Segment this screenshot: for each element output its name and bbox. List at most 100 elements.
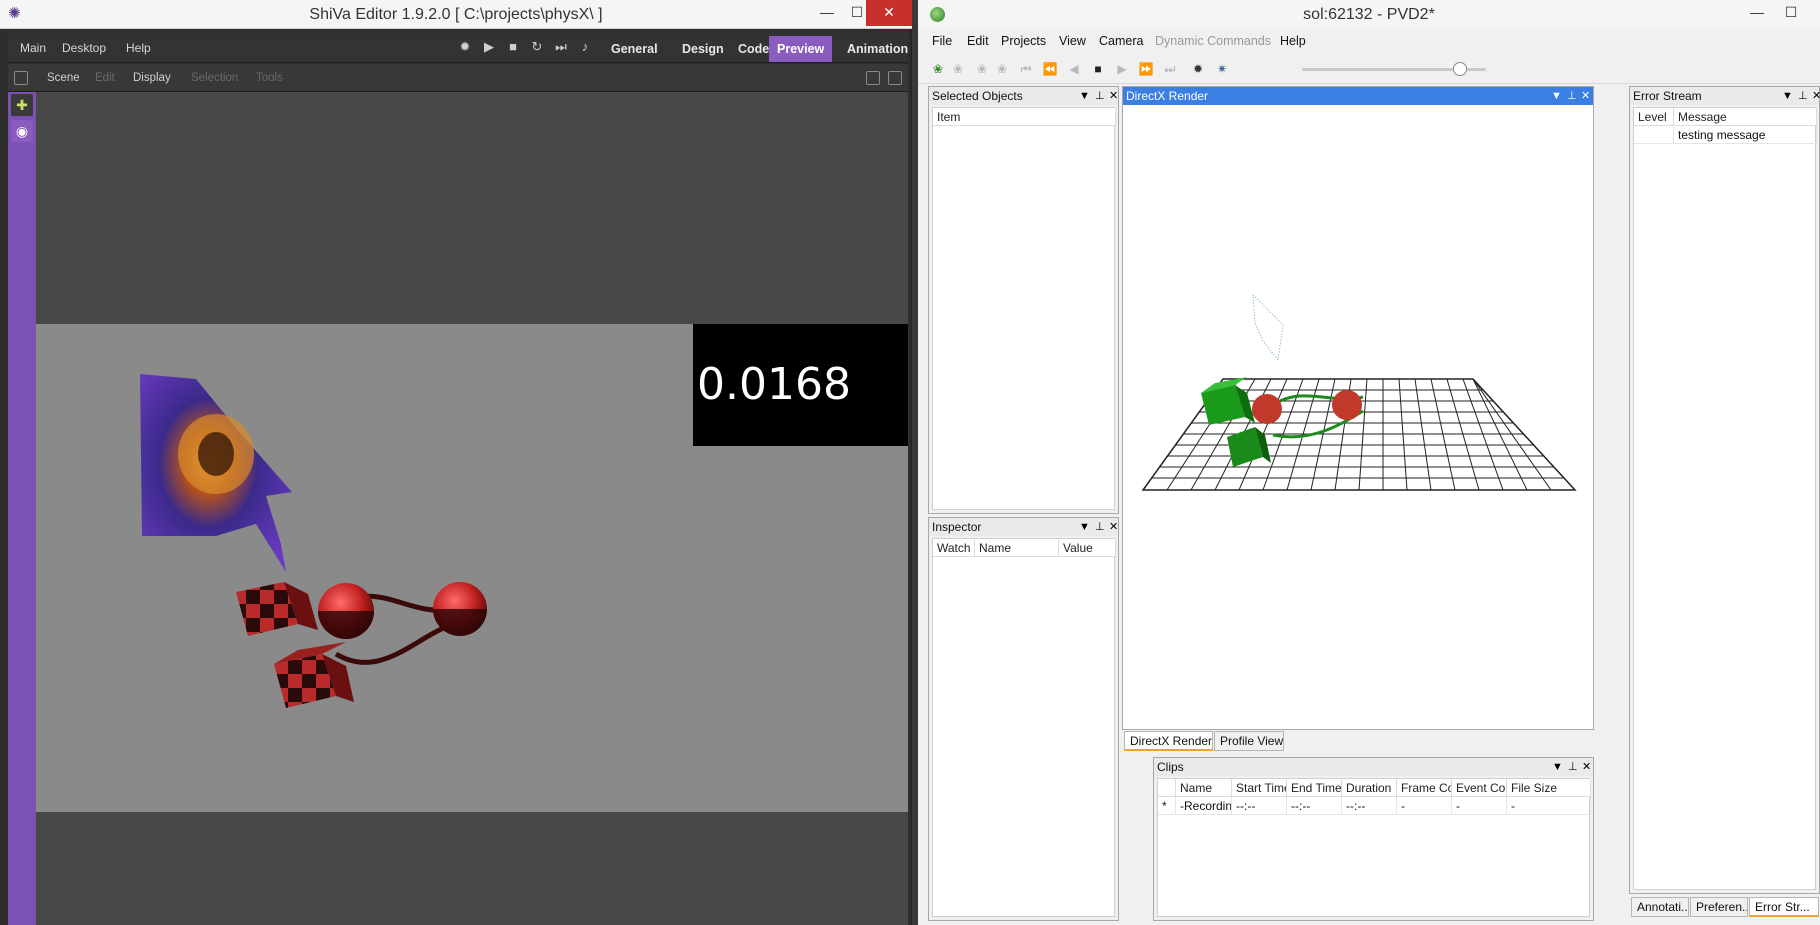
menu-edit[interactable]: Edit (967, 34, 989, 48)
col-level[interactable]: Level (1634, 108, 1674, 126)
submenu-scene[interactable]: Scene (47, 72, 80, 84)
minimize-icon[interactable]: — (812, 0, 842, 26)
stop-icon[interactable]: ■ (506, 40, 520, 54)
clip-marker: * (1158, 797, 1176, 815)
bug-icon[interactable]: ✹ (1190, 61, 1206, 77)
expand-icon[interactable] (866, 71, 880, 85)
col-message[interactable]: Message (1674, 108, 1817, 126)
restore-icon[interactable] (888, 71, 902, 85)
error-stream-panel: Error Stream ▼ ⊥ ✕ Level Message testing… (1629, 86, 1820, 894)
menu-help[interactable]: Help (126, 41, 151, 55)
menu-camera[interactable]: Camera (1099, 34, 1143, 48)
clips-panel: Clips ▼ ⊥ ✕ Name Start Time End Time Dur… (1153, 757, 1594, 921)
col-start-time[interactable]: Start Time (1232, 779, 1287, 797)
col-name[interactable]: Name (1176, 779, 1232, 797)
panel-close-icon[interactable]: ✕ (1582, 758, 1591, 776)
panel-menu-icon[interactable]: ▼ (1552, 758, 1563, 776)
add-icon[interactable]: ✚ (11, 94, 33, 116)
panel-menu-icon[interactable]: ▼ (1782, 87, 1793, 105)
pvd-menubar: File Edit Projects View Camera Dynamic C… (918, 30, 1820, 52)
tab-profile-view[interactable]: Profile View (1214, 731, 1284, 751)
shiva-window-title: ShiVa Editor 1.9.2.0 [ C:\projects\physX… (309, 6, 603, 23)
frame-icon[interactable] (14, 71, 28, 85)
menu-view[interactable]: View (1059, 34, 1086, 48)
refresh-icon[interactable]: ↻ (530, 40, 544, 54)
bug-settings-icon[interactable]: ✷ (1214, 61, 1230, 77)
panel-close-icon[interactable]: ✕ (1581, 87, 1590, 105)
panel-close-icon[interactable]: ✕ (1109, 87, 1118, 105)
panel-close-icon[interactable]: ✕ (1812, 87, 1820, 105)
menu-help[interactable]: Help (1280, 34, 1306, 48)
col-file-size[interactable]: File Size (1507, 779, 1591, 797)
submenu-selection: Selection (191, 72, 239, 84)
pvd-maximize-icon[interactable]: ☐ (1776, 0, 1806, 26)
panel-close-icon[interactable]: ✕ (1109, 518, 1118, 536)
tab-animation[interactable]: Animation (839, 36, 916, 62)
render-tabstrip: DirectX Render Profile View (1122, 731, 1594, 751)
panel-menu-icon[interactable]: ▼ (1079, 518, 1090, 536)
error-stream-table[interactable]: Level Message testing message (1633, 107, 1817, 890)
eye-icon[interactable]: ◉ (11, 120, 33, 142)
error-level (1634, 126, 1674, 144)
submenu-display[interactable]: Display (133, 72, 171, 84)
render-viewport[interactable] (1123, 105, 1593, 729)
play-icon[interactable]: ▶ (482, 40, 496, 54)
submenu-edit: Edit (95, 72, 115, 84)
pin-icon[interactable]: ⊥ (1095, 518, 1105, 536)
pvd-window-title: sol:62132 - PVD2* (1303, 6, 1435, 23)
error-stream-tabstrip: Annotati... Preferen... Error Str... (1629, 897, 1820, 919)
pin-icon[interactable]: ⊥ (1568, 758, 1578, 776)
menu-desktop[interactable]: Desktop (62, 41, 106, 55)
clips-table[interactable]: Name Start Time End Time Duration Frame … (1157, 778, 1591, 917)
tab-error-stream[interactable]: Error Str... (1749, 897, 1819, 917)
col-frame-count[interactable]: Frame Cou (1397, 779, 1452, 797)
prev-frame-icon: ⏪ (1042, 62, 1058, 76)
clip-name[interactable]: -Recording (1176, 797, 1232, 815)
tab-preferences[interactable]: Preferen... (1690, 897, 1748, 917)
cube-lower (274, 642, 354, 708)
col-watch[interactable]: Watch (933, 539, 975, 557)
clip-frame-count: - (1397, 797, 1452, 815)
timeline-slider[interactable] (1302, 62, 1486, 76)
pvd-titlebar: sol:62132 - PVD2* — ☐ (918, 0, 1820, 29)
inspector-table[interactable]: Watch Name Value (932, 538, 1116, 917)
col-end-time[interactable]: End Time (1287, 779, 1342, 797)
red-sphere-left (1252, 394, 1282, 424)
close-icon[interactable]: ✕ (866, 0, 912, 26)
pin-icon[interactable]: ⊥ (1095, 87, 1105, 105)
col-name[interactable]: Name (975, 539, 1059, 557)
pin-icon[interactable]: ⊥ (1798, 87, 1808, 105)
col-item[interactable]: Item (933, 108, 1116, 126)
panel-menu-icon[interactable]: ▼ (1551, 87, 1562, 105)
tab-design[interactable]: Design (674, 36, 732, 62)
col-duration[interactable]: Duration (1342, 779, 1397, 797)
error-message[interactable]: testing message (1674, 126, 1817, 144)
connect-icon[interactable]: ❀ (930, 61, 946, 77)
pvd-minimize-icon[interactable]: — (1742, 0, 1772, 26)
clip-file-size: - (1507, 797, 1591, 815)
record-off-icon: ❀ (996, 62, 1008, 76)
col-event-count[interactable]: Event Cou (1452, 779, 1507, 797)
flag-emblem-center (198, 432, 234, 476)
inspector-panel: Inspector ▼ ⊥ ✕ Watch Name Value (928, 517, 1119, 921)
pin-icon[interactable]: ⊥ (1567, 87, 1577, 105)
panel-menu-icon[interactable]: ▼ (1079, 87, 1090, 105)
menu-projects[interactable]: Projects (1001, 34, 1046, 48)
tab-annotations[interactable]: Annotati... (1631, 897, 1689, 917)
tab-directx-render[interactable]: DirectX Render (1124, 731, 1213, 751)
tab-general[interactable]: General (603, 36, 666, 62)
shiva-menubar: Main Desktop Help ✹ ▶ ■ ↻ ⏭ ♪ General De… (8, 33, 908, 63)
music-icon[interactable]: ♪ (578, 40, 592, 54)
selected-objects-list[interactable]: Item (932, 107, 1116, 510)
stop-icon[interactable]: ■ (1090, 61, 1106, 77)
bug-icon[interactable]: ✹ (458, 40, 472, 54)
step-icon[interactable]: ⏭ (554, 40, 568, 54)
clip-end-time: --:-- (1287, 797, 1342, 815)
preview-viewport[interactable]: 0.0168 (36, 92, 908, 925)
col-value[interactable]: Value (1059, 539, 1116, 557)
tab-preview[interactable]: Preview (769, 36, 833, 62)
menu-main[interactable]: Main (20, 41, 46, 55)
cloth-points (1252, 293, 1284, 362)
step-back-icon: ◀ (1069, 62, 1079, 76)
menu-file[interactable]: File (932, 34, 952, 48)
